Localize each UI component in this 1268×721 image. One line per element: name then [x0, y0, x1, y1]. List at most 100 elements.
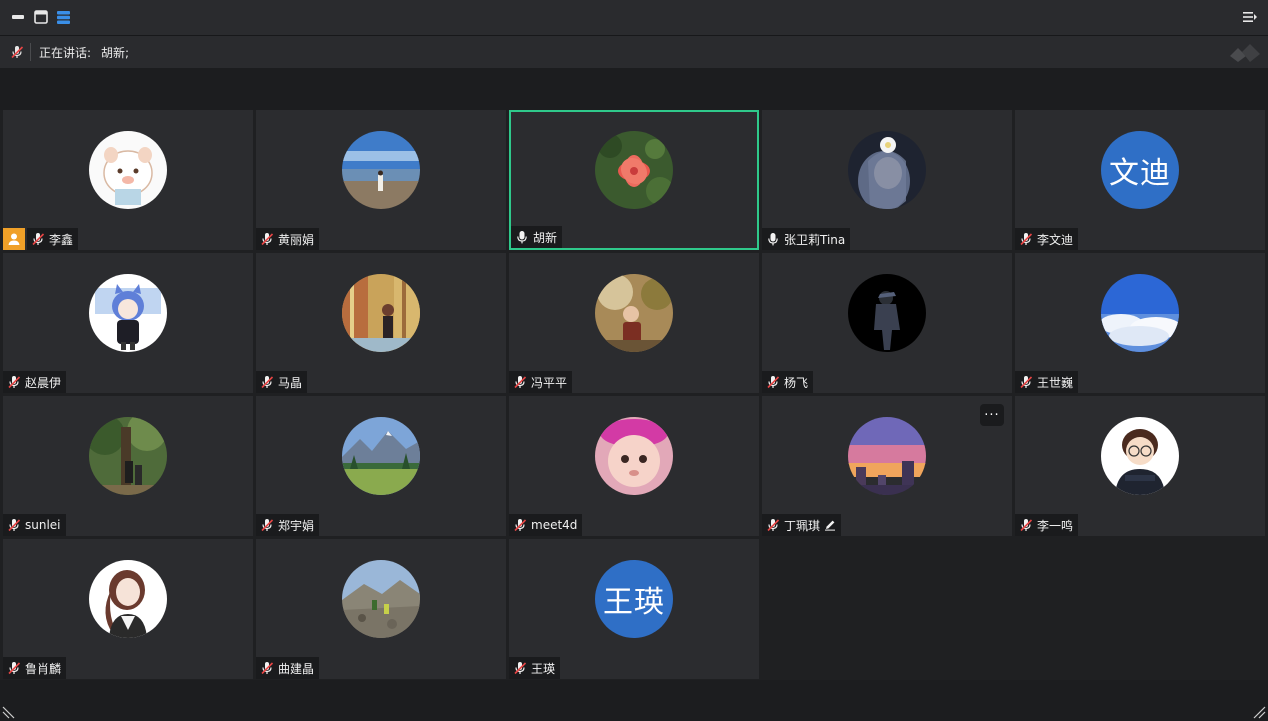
name-tag: 冯平平: [509, 371, 573, 393]
mic-muted-icon: [513, 375, 527, 389]
bottom-bar: [0, 680, 1268, 721]
mic-muted-icon: [7, 518, 21, 532]
mic-muted-icon: [260, 661, 274, 675]
menu-collapse-icon[interactable]: [1242, 9, 1258, 25]
mic-muted-icon: [7, 661, 21, 675]
avatar: [342, 417, 420, 495]
toolbar-spacer: [0, 68, 1268, 110]
avatar: [848, 417, 926, 495]
participant-name: 李一鸣: [1037, 518, 1074, 533]
mic-muted-icon: [1019, 518, 1033, 532]
participant-name: 张卫莉Tina: [784, 232, 846, 247]
mic-muted-icon: [260, 518, 274, 532]
participant-tile[interactable]: 杨飞: [762, 253, 1012, 393]
meeting-window: 正在讲话: 胡新; 李鑫 黄丽娟 胡新 张卫莉Tina 文迪 李文迪 赵晨伊 马晶 冯平平 杨飞王…: [0, 0, 1268, 721]
participant-tile[interactable]: 黄丽娟: [256, 110, 506, 250]
avatar: [1101, 417, 1179, 495]
name-tag: 黄丽娟: [256, 228, 320, 250]
participant-tile[interactable]: 文迪李文迪: [1015, 110, 1265, 250]
pen-icon: [824, 519, 836, 531]
participant-tile[interactable]: 丁珮琪 ···: [762, 396, 1012, 536]
participant-name: 马晶: [278, 375, 303, 390]
avatar: [848, 274, 926, 352]
participant-tile[interactable]: 冯平平: [509, 253, 759, 393]
name-tag: meet4d: [509, 514, 583, 536]
name-tag: 鲁肖麟: [3, 657, 67, 679]
avatar: [848, 131, 926, 209]
avatar: [342, 274, 420, 352]
current-speaker: 胡新;: [101, 45, 130, 60]
participant-name: 郑宇娟: [278, 518, 315, 533]
video-grid: 李鑫 黄丽娟 胡新 张卫莉Tina 文迪李文迪赵晨伊 马晶 冯平平 杨飞 王世巍 sunlei 郑宇…: [3, 110, 1265, 680]
participant-name: 赵晨伊: [25, 375, 62, 390]
name-tag: 丁珮琪: [762, 514, 842, 536]
name-tag: 马晶: [256, 371, 308, 393]
participant-tile[interactable]: 鲁肖麟: [3, 539, 253, 679]
participant-name: 曲建晶: [278, 661, 315, 676]
mic-muted-icon: [31, 232, 45, 246]
name-tag: 李文迪: [1015, 228, 1079, 250]
participant-name: 胡新: [533, 230, 558, 245]
participant-tile[interactable]: meet4d: [509, 396, 759, 536]
participant-tile[interactable]: 郑宇娟: [256, 396, 506, 536]
participant-name: 王瑛: [531, 661, 556, 676]
participant-name: meet4d: [531, 518, 578, 532]
host-icon: [3, 228, 25, 250]
avatar: 王瑛: [595, 560, 673, 638]
participant-tile[interactable]: 王世巍: [1015, 253, 1265, 393]
resize-handle-icon[interactable]: [2, 705, 16, 719]
avatar: [595, 417, 673, 495]
mic-muted-icon: [1019, 375, 1033, 389]
avatar: [89, 131, 167, 209]
avatar: [89, 560, 167, 638]
mic-muted-icon: [260, 232, 274, 246]
participant-tile[interactable]: 马晶: [256, 253, 506, 393]
avatar-initials: 王瑛: [603, 585, 665, 620]
participant-name: 王世巍: [1037, 375, 1074, 390]
participant-name: 杨飞: [784, 375, 809, 390]
name-tag: 王世巍: [1015, 371, 1079, 393]
participant-tile[interactable]: 张卫莉Tina: [762, 110, 1012, 250]
title-bar: [0, 0, 1268, 36]
avatar: [595, 274, 673, 352]
speaking-label: 正在讲话:: [39, 45, 92, 60]
more-options-button[interactable]: ···: [980, 404, 1004, 426]
name-tag: 王瑛: [509, 657, 561, 679]
participant-tile[interactable]: 赵晨伊: [3, 253, 253, 393]
name-tag: 赵晨伊: [3, 371, 67, 393]
participant-name: 冯平平: [531, 375, 568, 390]
mic-muted-icon: [766, 518, 780, 532]
mic-muted-icon[interactable]: [10, 45, 24, 59]
speaker-bar: 正在讲话: 胡新;: [0, 36, 1268, 68]
window-icon[interactable]: [33, 9, 49, 25]
mic-muted-icon: [513, 518, 527, 532]
participant-name: sunlei: [25, 518, 61, 532]
participant-tile[interactable]: 曲建晶: [256, 539, 506, 679]
avatar-initials: 文迪: [1109, 156, 1171, 191]
avatar: [1101, 274, 1179, 352]
avatar: [595, 131, 673, 209]
resize-handle-icon[interactable]: [1252, 705, 1266, 719]
participant-tile[interactable]: 王瑛 王瑛: [509, 539, 759, 679]
name-tag: 胡新: [511, 226, 563, 248]
mic-muted-icon: [513, 661, 527, 675]
participant-tile[interactable]: 胡新: [509, 110, 759, 250]
name-tag: 李鑫: [27, 228, 79, 250]
mic-icon: [515, 230, 529, 244]
participant-tile[interactable]: 李一鸣: [1015, 396, 1265, 536]
name-tag: sunlei: [3, 514, 66, 536]
mic-muted-icon: [7, 375, 21, 389]
avatar: [342, 131, 420, 209]
participant-name: 丁珮琪: [784, 518, 821, 533]
name-tag: 李一鸣: [1015, 514, 1079, 536]
mic-icon: [766, 232, 780, 246]
avatar: [342, 560, 420, 638]
participant-tile[interactable]: sunlei: [3, 396, 253, 536]
grid-view-icon[interactable]: [55, 9, 71, 25]
mic-muted-icon: [260, 375, 274, 389]
avatar: [89, 274, 167, 352]
logo-icon: [1228, 42, 1262, 62]
participant-tile[interactable]: 李鑫: [3, 110, 253, 250]
mic-muted-icon: [1019, 232, 1033, 246]
minimize-icon[interactable]: [10, 9, 26, 25]
